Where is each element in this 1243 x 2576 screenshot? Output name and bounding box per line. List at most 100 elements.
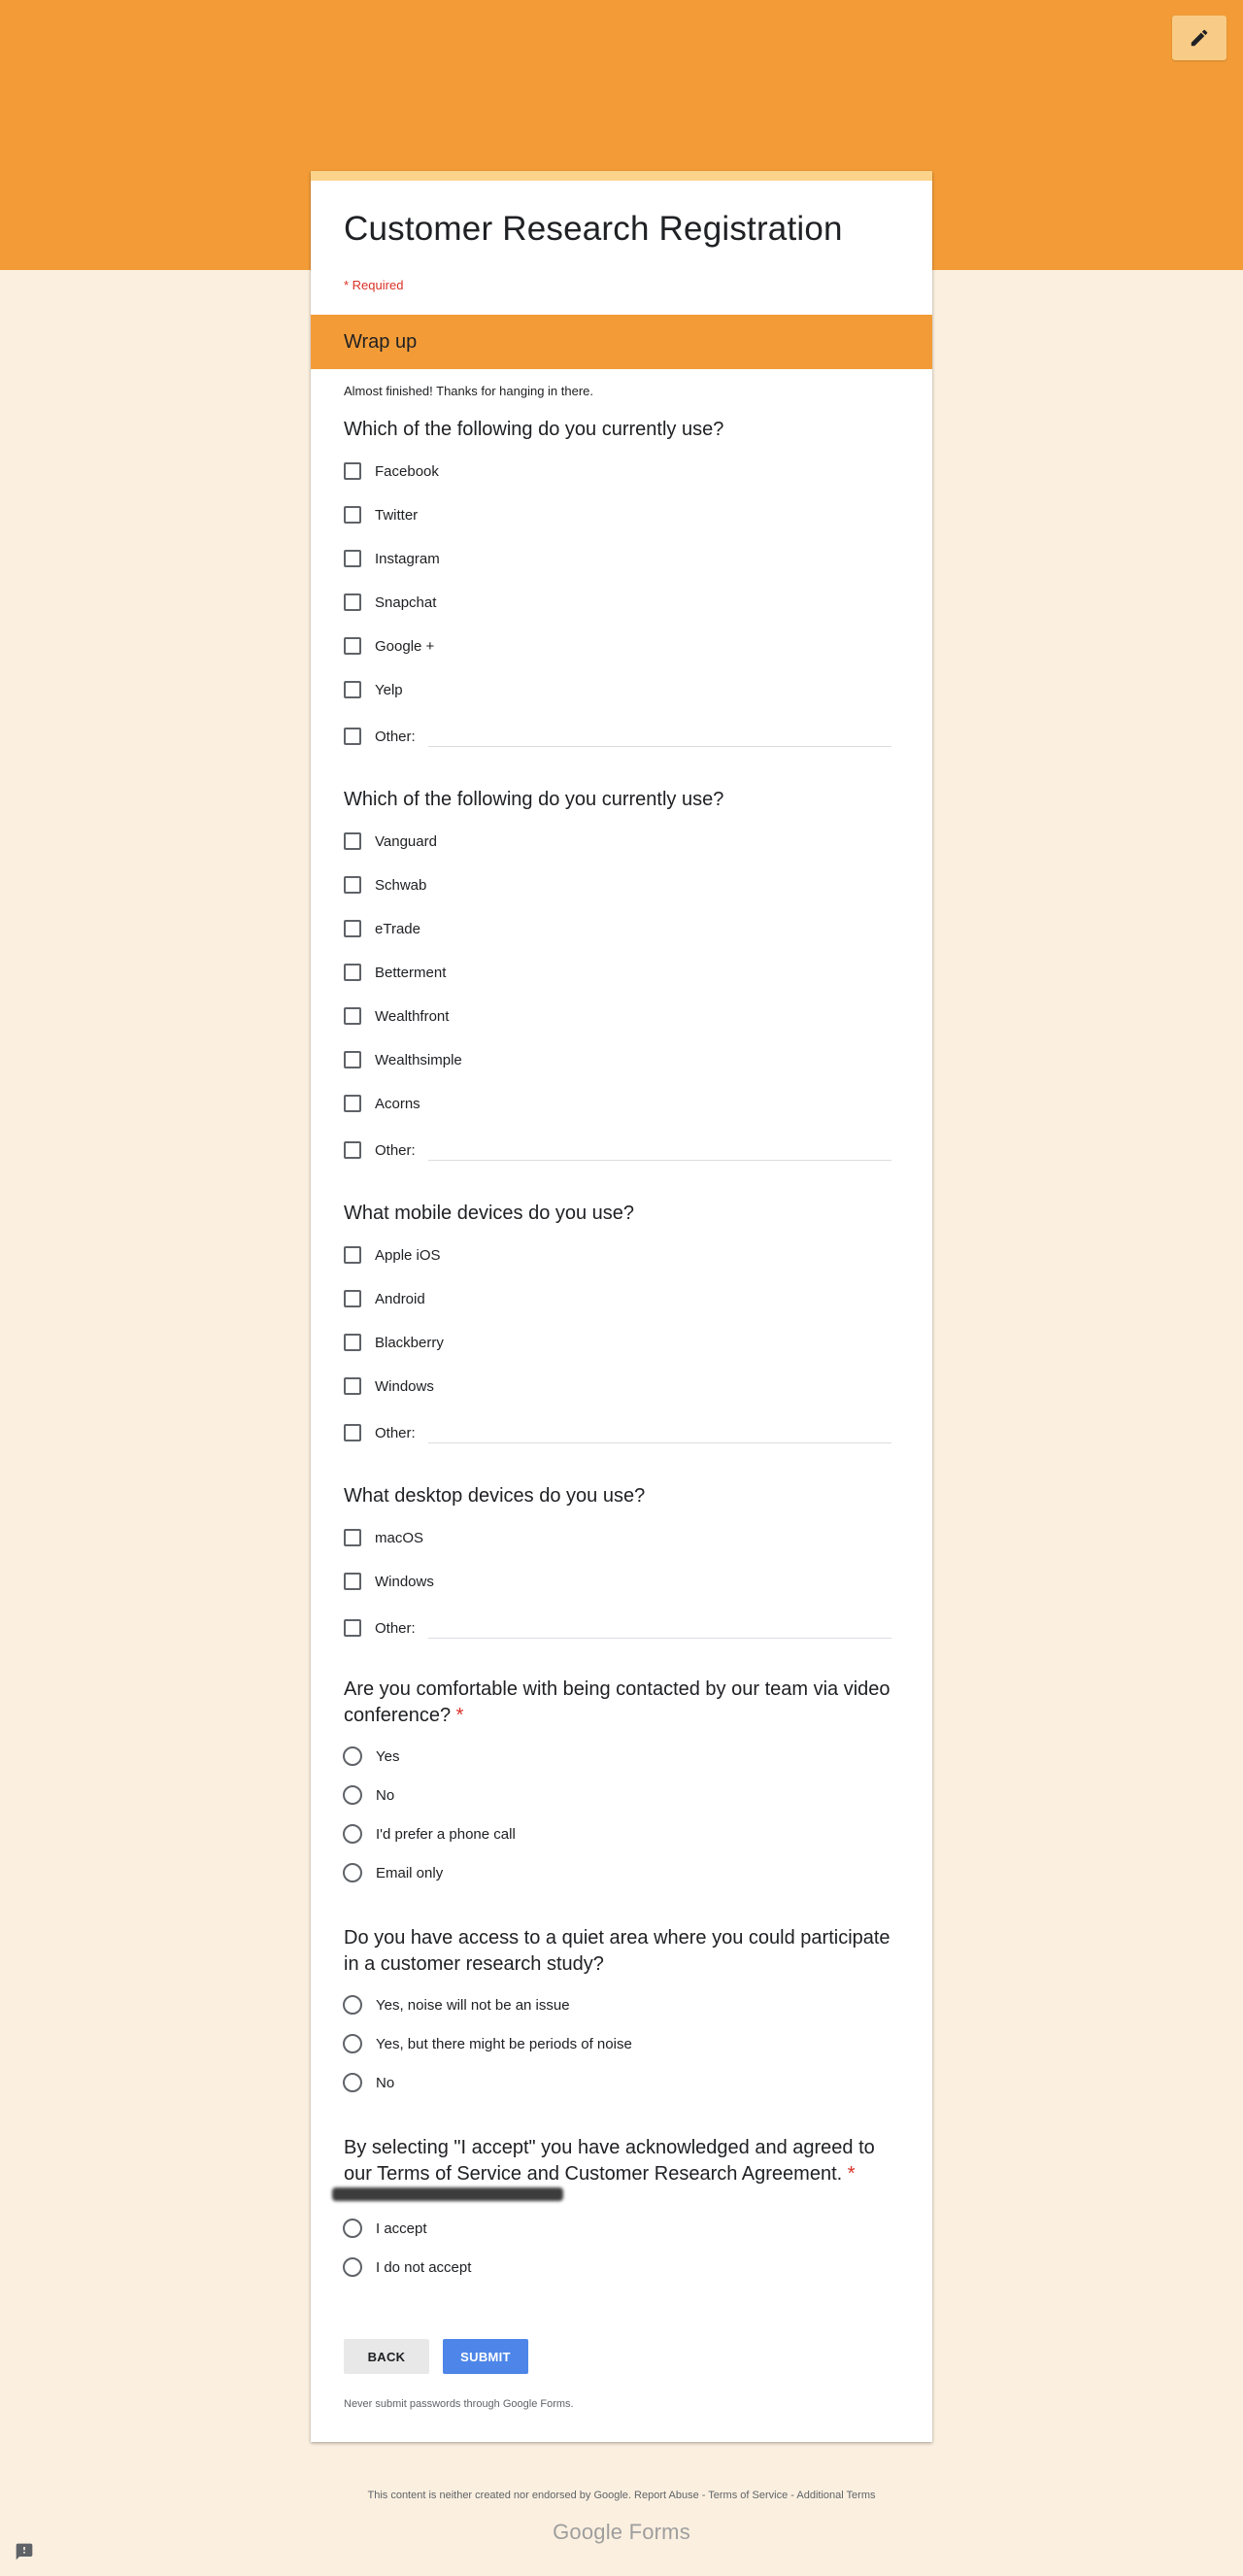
- radio-button[interactable]: [343, 1785, 362, 1805]
- option-label: Twitter: [375, 506, 419, 524]
- logo-google: Google: [553, 2520, 623, 2544]
- option-accept[interactable]: I accept: [343, 2217, 427, 2240]
- checkbox[interactable]: [344, 964, 361, 981]
- checkbox[interactable]: [344, 1573, 361, 1590]
- required-asterisk: *: [847, 2163, 856, 2185]
- checkbox[interactable]: [344, 1377, 361, 1395]
- checkbox[interactable]: [344, 637, 361, 655]
- checkbox[interactable]: [344, 593, 361, 611]
- option-vanguard[interactable]: Vanguard: [344, 830, 437, 853]
- option-decline[interactable]: I do not accept: [343, 2255, 471, 2279]
- checkbox[interactable]: [344, 1619, 361, 1637]
- option-label: Yes, but there might be periods of noise: [376, 2035, 632, 2052]
- checkbox[interactable]: [344, 681, 361, 698]
- option-label: Instagram: [375, 550, 440, 567]
- checkbox[interactable]: [344, 1529, 361, 1546]
- checkbox[interactable]: [344, 1334, 361, 1351]
- other-text-input[interactable]: [428, 746, 891, 747]
- radio-button[interactable]: [343, 2219, 362, 2238]
- option-no[interactable]: No: [343, 1783, 394, 1807]
- option-facebook[interactable]: Facebook: [344, 459, 439, 483]
- radio-button[interactable]: [343, 1995, 362, 2015]
- checkbox[interactable]: [344, 1095, 361, 1112]
- checkbox[interactable]: [344, 462, 361, 480]
- option-instagram[interactable]: Instagram: [344, 547, 440, 570]
- radio-button[interactable]: [343, 1746, 362, 1766]
- option-label: Facebook: [375, 462, 439, 480]
- option-wealthsimple[interactable]: Wealthsimple: [344, 1048, 462, 1071]
- question-finance-apps: Which of the following do you currently …: [344, 787, 907, 1161]
- checkbox[interactable]: [344, 550, 361, 567]
- checkbox[interactable]: [344, 506, 361, 524]
- checkbox[interactable]: [344, 1051, 361, 1068]
- other-text-input[interactable]: [428, 1160, 891, 1161]
- option-other[interactable]: Other:: [344, 1138, 416, 1162]
- checkbox[interactable]: [344, 920, 361, 937]
- question-title-line1: By selecting "I accept" you have acknowl…: [344, 2137, 875, 2158]
- radio-button[interactable]: [343, 1863, 362, 1882]
- option-windows[interactable]: Windows: [344, 1374, 434, 1398]
- option-label: Wealthfront: [375, 1007, 450, 1025]
- checkbox[interactable]: [344, 728, 361, 745]
- option-yelp[interactable]: Yelp: [344, 678, 403, 701]
- option-yes[interactable]: Yes: [343, 1745, 399, 1768]
- pencil-icon: [1191, 29, 1208, 47]
- google-forms-logo[interactable]: Google Forms: [0, 2520, 1243, 2545]
- submit-button[interactable]: SUBMIT: [443, 2339, 528, 2374]
- feedback-icon[interactable]: [14, 2542, 35, 2561]
- option-label: Other:: [375, 1424, 416, 1441]
- option-windows[interactable]: Windows: [344, 1570, 434, 1593]
- option-google-plus[interactable]: Google +: [344, 634, 434, 658]
- option-email-only[interactable]: Email only: [343, 1861, 443, 1884]
- option-no[interactable]: No: [343, 2071, 395, 2094]
- option-wealthfront[interactable]: Wealthfront: [344, 1004, 449, 1028]
- terms-of-service-link[interactable]: Terms of Service: [708, 2490, 788, 2501]
- other-text-input[interactable]: [428, 1442, 891, 1443]
- logo-forms: Forms: [628, 2520, 690, 2544]
- question-title: What desktop devices do you use?: [344, 1485, 646, 1507]
- option-label: No: [376, 2074, 395, 2091]
- section-description: Almost finished! Thanks for hanging in t…: [344, 384, 594, 398]
- checkbox[interactable]: [344, 1007, 361, 1025]
- option-no-noise[interactable]: Yes, noise will not be an issue: [343, 1993, 570, 2017]
- option-some-noise[interactable]: Yes, but there might be periods of noise: [343, 2032, 632, 2055]
- card-accent-bar: [311, 171, 932, 181]
- question-social-apps: Which of the following do you currently …: [344, 417, 907, 747]
- option-betterment[interactable]: Betterment: [344, 961, 446, 984]
- checkbox[interactable]: [344, 1424, 361, 1441]
- form-card: Customer Research Registration * Require…: [311, 171, 932, 2442]
- option-snapchat[interactable]: Snapchat: [344, 591, 436, 614]
- checkbox[interactable]: [344, 832, 361, 850]
- option-twitter[interactable]: Twitter: [344, 503, 418, 526]
- question-terms-acceptance: By selecting "I accept" you have acknowl…: [332, 2135, 907, 2277]
- option-other[interactable]: Other:: [344, 1421, 416, 1444]
- question-mobile-devices: What mobile devices do you use? Apple iO…: [344, 1201, 907, 1443]
- other-text-input[interactable]: [428, 1638, 891, 1639]
- radio-button[interactable]: [343, 1824, 362, 1844]
- additional-terms-link[interactable]: Additional Terms: [796, 2490, 875, 2501]
- option-schwab[interactable]: Schwab: [344, 873, 426, 897]
- back-button[interactable]: BACK: [344, 2339, 429, 2374]
- checkbox[interactable]: [344, 1290, 361, 1307]
- option-etrade[interactable]: eTrade: [344, 917, 420, 940]
- option-android[interactable]: Android: [344, 1287, 425, 1310]
- option-acorns[interactable]: Acorns: [344, 1092, 420, 1115]
- radio-button[interactable]: [343, 2073, 362, 2092]
- option-label: Google +: [375, 637, 435, 655]
- radio-button[interactable]: [343, 2257, 362, 2277]
- section-title: Wrap up: [344, 331, 418, 353]
- option-other[interactable]: Other:: [344, 1616, 416, 1640]
- option-label: Yes, noise will not be an issue: [376, 1996, 570, 2014]
- option-apple-ios[interactable]: Apple iOS: [344, 1243, 441, 1267]
- option-blackberry[interactable]: Blackberry: [344, 1331, 444, 1354]
- radio-button[interactable]: [343, 2034, 362, 2053]
- report-abuse-link[interactable]: Report Abuse: [634, 2490, 699, 2501]
- option-phone-call[interactable]: I'd prefer a phone call: [343, 1822, 516, 1846]
- checkbox[interactable]: [344, 1246, 361, 1264]
- option-other[interactable]: Other:: [344, 725, 416, 748]
- edit-button[interactable]: [1172, 16, 1226, 60]
- option-macos[interactable]: macOS: [344, 1526, 423, 1549]
- checkbox[interactable]: [344, 1141, 361, 1159]
- option-label: Other:: [375, 1619, 416, 1637]
- checkbox[interactable]: [344, 876, 361, 894]
